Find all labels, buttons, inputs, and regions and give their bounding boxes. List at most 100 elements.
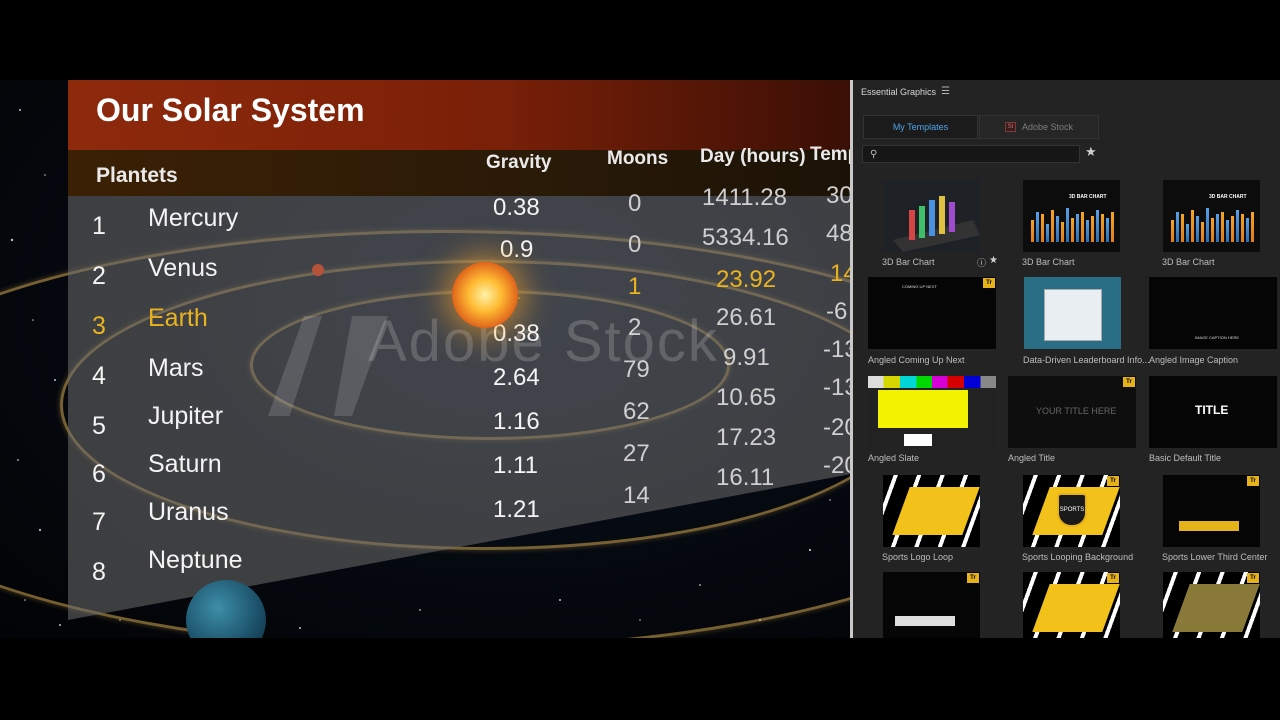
thumb-text: IMAGE CAPTION HERE — [1195, 335, 1240, 340]
template-thumbnail — [1024, 277, 1121, 349]
tab-adobe-stock[interactable]: St Adobe Stock — [979, 115, 1099, 139]
day-value: 23.92 — [716, 266, 777, 293]
template-label: 3D Bar Chart — [1162, 257, 1215, 267]
temp-value: 30 — [826, 182, 850, 209]
template-thumbnail: Tr — [1163, 572, 1260, 638]
template-label: Data-Driven Leaderboard Info... — [1023, 355, 1150, 365]
gravity-value: 0.38 — [493, 194, 540, 221]
template-thumbnail: SPORTS Tr — [1023, 475, 1120, 547]
planet-name: Neptune — [148, 546, 243, 574]
planet-name: Saturn — [148, 450, 222, 478]
planet-name: Uranus — [148, 498, 229, 526]
planet-name: Mars — [148, 354, 204, 382]
graphic-title: Our Solar System — [96, 92, 365, 128]
chart-thumb-title: 3D BAR CHART — [1209, 194, 1247, 200]
header-planets: Plantets — [96, 164, 178, 187]
search-input[interactable]: ⚲ — [862, 145, 1080, 163]
header-temp: Temp — [810, 144, 850, 165]
template-tile[interactable]: Angled Slate — [853, 376, 1003, 468]
template-label: Angled Slate — [868, 453, 920, 463]
bar-series — [1171, 208, 1254, 242]
temp-value: 48 — [826, 220, 850, 247]
planet-name: Venus — [148, 254, 218, 282]
template-thumbnail: Tr — [1163, 475, 1260, 547]
temp-value: -20 — [823, 414, 850, 441]
template-tile[interactable]: 3D BAR CHART 3D Bar Chart — [1147, 180, 1280, 272]
planet-name: Jupiter — [148, 402, 224, 430]
header-moons: Moons — [607, 148, 669, 169]
template-label: 3D Bar Chart — [882, 257, 935, 267]
template-tile[interactable]: Tr — [1147, 572, 1280, 638]
slate-card — [878, 390, 968, 428]
planet-name: Mercury — [148, 204, 239, 232]
tab-my-templates[interactable]: My Templates — [863, 115, 978, 139]
slate-white-block — [904, 434, 932, 446]
chart-thumb-title: 3D BAR CHART — [1069, 194, 1107, 200]
row-num: 8 — [92, 558, 106, 586]
lower-third-bar — [1179, 521, 1239, 531]
screen: Our Solar System Plantets Gravity Moons … — [0, 0, 1280, 720]
day-value: 16.11 — [716, 464, 775, 491]
template-tile[interactable]: SPORTS Tr Sports Looping Background — [1007, 475, 1143, 567]
template-tile[interactable]: 3D BAR CHART 3D Bar Chart — [1007, 180, 1143, 272]
template-tile[interactable]: TITLE Basic Default Title — [1134, 376, 1280, 468]
day-value: 5334.16 — [702, 224, 789, 251]
template-tile[interactable]: Tr — [867, 572, 1003, 638]
template-thumbnail: Tr — [1023, 572, 1120, 638]
day-value: 1411.28 — [702, 184, 787, 211]
panel-title: Essential Graphics — [861, 87, 937, 97]
template-label: Basic Default Title — [1149, 453, 1222, 463]
temp-value: -13 — [823, 336, 850, 363]
day-value: 9.91 — [723, 344, 770, 371]
template-tile[interactable]: Data-Driven Leaderboard Info... — [1008, 277, 1150, 369]
favorites-filter-star-icon[interactable]: ★ — [1085, 144, 1097, 160]
sports-shield-logo: SPORTS — [1057, 493, 1087, 527]
template-thumbnail: IMAGE CAPTION HERE — [1149, 277, 1277, 349]
row-num: 4 — [92, 362, 106, 390]
row-num: 7 — [92, 508, 106, 536]
moons-value: 0 — [628, 190, 642, 217]
day-value: 10.65 — [716, 384, 777, 411]
template-label: 3D Bar Chart — [1022, 257, 1075, 267]
template-tile[interactable]: YOUR TITLE HERE Tr Angled Title — [993, 376, 1143, 468]
leaderboard-card — [1044, 289, 1102, 341]
text-template-badge-icon: Tr — [1247, 476, 1259, 486]
template-tile[interactable]: IMAGE CAPTION HERE Angled Image Caption — [1134, 277, 1280, 369]
info-icon[interactable]: ⓘ — [977, 256, 986, 269]
essential-graphics-panel: Essential Graphics ☰ My Templates St Ado… — [850, 80, 1280, 638]
template-thumbnail: 3D BAR CHART — [1163, 180, 1260, 252]
color-bars — [868, 376, 996, 388]
lower-third-bar — [895, 616, 955, 626]
planet-name: Earth — [148, 304, 208, 332]
3d-bar-chart-thumbnail-art — [893, 196, 980, 252]
row-num: 3 — [92, 312, 106, 340]
text-template-badge-icon: Tr — [983, 278, 995, 288]
template-thumbnail: YOUR TITLE HERE Tr — [1008, 376, 1136, 448]
favorite-star-icon[interactable]: ★ — [989, 255, 998, 266]
row-num: 2 — [92, 262, 106, 290]
sun-image — [452, 262, 518, 328]
template-tile[interactable]: Tr — [1007, 572, 1143, 638]
day-value: 17.23 — [716, 424, 777, 451]
template-thumbnail: 3D BAR CHART — [1023, 180, 1120, 252]
template-tile[interactable]: Sports Logo Loop — [867, 475, 1003, 567]
template-thumbnail: Tr — [883, 572, 980, 638]
template-tile[interactable]: 3D Bar Chart ⓘ ★ — [867, 180, 1003, 272]
template-thumbnail: COMING UP NEXT Tr — [868, 277, 996, 349]
template-label: Angled Title — [1008, 453, 1056, 463]
row-num: 1 — [92, 212, 106, 240]
gravity-value: 0.9 — [500, 236, 534, 263]
tab-adobe-stock-label: Adobe Stock — [1021, 122, 1074, 132]
gravity-value: 1.11 — [493, 452, 538, 479]
gravity-value: 1.16 — [493, 408, 540, 435]
moons-value: 0 — [628, 231, 642, 258]
template-tile[interactable]: Tr Sports Lower Third Center — [1147, 475, 1280, 567]
text-template-badge-icon: Tr — [1247, 573, 1259, 583]
template-label: Sports Logo Loop — [882, 552, 954, 562]
template-thumbnail — [868, 376, 996, 448]
template-tile[interactable]: COMING UP NEXT Tr Angled Coming Up Next — [853, 277, 1003, 369]
header-gravity: Gravity — [486, 152, 552, 173]
text-template-badge-icon: Tr — [1107, 476, 1119, 486]
hamburger-icon[interactable]: ☰ — [941, 86, 950, 97]
thumb-text: COMING UP NEXT — [902, 284, 937, 289]
